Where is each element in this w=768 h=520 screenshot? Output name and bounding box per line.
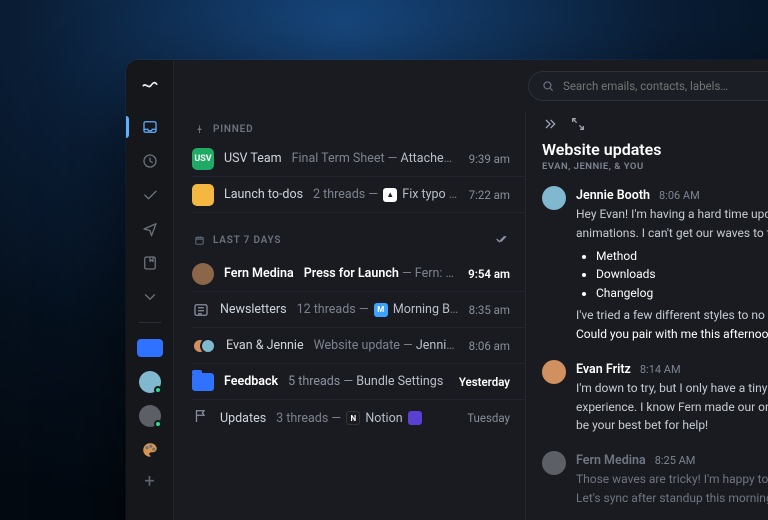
rail-done[interactable] [126, 178, 174, 212]
badge-launch [192, 184, 214, 206]
conversation-toolbar [542, 116, 768, 136]
item-time: 8:06 am [469, 339, 510, 353]
search-box[interactable] [528, 71, 768, 101]
search-icon [541, 79, 555, 93]
item-title: USV Team [224, 151, 282, 166]
rail-drafts[interactable] [126, 246, 174, 280]
list-item[interactable]: Updates 3 threads — N Notion Tuesday [192, 400, 526, 436]
topbar [174, 60, 768, 112]
calendar-icon [194, 235, 205, 246]
list-item[interactable]: Newsletters 12 threads — M Morning Brew … [192, 292, 526, 328]
app-window: + PINNED USV USV Team Final Term [126, 60, 768, 520]
section-pinned-label: PINNED [213, 124, 253, 135]
item-time: 7:22 am [469, 188, 510, 202]
avatar [542, 360, 566, 384]
list-item[interactable]: Fern Medina Press for Launch — Fern: We'… [192, 256, 526, 292]
flag-icon [192, 407, 210, 429]
list-item[interactable]: Feedback 5 threads — Bundle Settings Yes… [192, 364, 526, 400]
section-pinned: PINNED [194, 124, 526, 135]
message-time: 8:14 AM [640, 363, 681, 376]
message: Jennie Booth 8:06 AM Hey Evan! I'm havin… [542, 186, 768, 344]
item-time: 8:35 am [469, 303, 510, 317]
pin-icon [194, 124, 205, 135]
section-last7: LAST 7 DAYS [194, 231, 526, 250]
skip-icon[interactable] [542, 116, 558, 136]
icon-rail: + [126, 60, 174, 520]
item-title: Fern Medina [224, 266, 294, 281]
item-title: Newsletters [220, 302, 287, 317]
content: PINNED USV USV Team Final Term Sheet — A… [174, 112, 768, 520]
rail-sent[interactable] [126, 212, 174, 246]
section-last7-label: LAST 7 DAYS [213, 235, 281, 246]
conversation-pane: Website updates EVAN, JENNIE, & YOU Jenn… [526, 112, 768, 520]
rail-inbox[interactable] [126, 110, 174, 144]
search-input[interactable] [563, 79, 768, 93]
avatar [192, 263, 214, 285]
message: Evan Fritz 8:14 AM I'm down to try, but … [542, 360, 768, 435]
item-title: Feedback [224, 374, 278, 389]
item-sub: Final Term Sheet — Attached… [292, 151, 459, 166]
newsletter-icon [192, 301, 210, 319]
item-sub: 12 threads — M Morning Brew [297, 302, 459, 317]
avatar [542, 186, 566, 210]
item-time: 9:39 am [469, 152, 510, 166]
rail-contact-2[interactable] [126, 399, 174, 433]
message-sender: Evan Fritz [576, 362, 631, 377]
app-logo [139, 74, 161, 96]
conversation-participants: EVAN, JENNIE, & YOU [542, 161, 768, 172]
item-sub: 2 threads — ▲ Fix typo (#1234) | [313, 187, 459, 202]
avatar [542, 451, 566, 475]
message-sender: Fern Medina [576, 453, 646, 468]
rail-label-folder[interactable] [126, 331, 174, 365]
mark-all-read[interactable] [494, 231, 510, 250]
rail-more[interactable] [126, 280, 174, 314]
item-sub: 3 threads — N Notion [276, 411, 457, 426]
folder-icon [192, 373, 214, 391]
rail-appearance[interactable] [126, 433, 174, 467]
item-time: Yesterday [459, 375, 510, 389]
list-item[interactable]: USV USV Team Final Term Sheet — Attached… [192, 141, 526, 177]
message-time: 8:06 AM [659, 189, 700, 202]
conversation-title: Website updates [542, 140, 768, 159]
item-sub: Press for Launch — Fern: We're… [304, 266, 458, 281]
item-title: Launch to-dos [224, 187, 303, 202]
badge-usv: USV [192, 148, 214, 170]
thread-list: PINNED USV USV Team Final Term Sheet — A… [174, 112, 526, 520]
item-sub: 5 threads — Bundle Settings [288, 374, 449, 389]
message-time: 8:25 AM [655, 454, 696, 467]
rail-separator [139, 322, 161, 323]
item-sub: Website update — Jennie: Let's… [314, 338, 459, 353]
rail-activity[interactable] [126, 144, 174, 178]
message: Fern Medina 8:25 AM Those waves are tric… [542, 451, 768, 508]
message-sender: Jennie Booth [576, 188, 650, 203]
list-item[interactable]: Launch to-dos 2 threads — ▲ Fix typo (#1… [192, 177, 526, 213]
item-time: Tuesday [467, 411, 510, 425]
main-area: PINNED USV USV Team Final Term Sheet — A… [174, 60, 768, 520]
message-bullets: Method Downloads Changelog [576, 247, 768, 303]
item-title: Evan & Jennie [226, 338, 304, 353]
list-item[interactable]: Evan & Jennie Website update — Jennie: L… [192, 328, 526, 364]
expand-icon[interactable] [570, 116, 586, 136]
item-time: 9:54 am [468, 267, 510, 281]
item-title: Updates [220, 411, 266, 426]
rail-add[interactable]: + [126, 467, 173, 495]
avatar-pair [192, 336, 216, 356]
rail-contact-1[interactable] [126, 365, 174, 399]
